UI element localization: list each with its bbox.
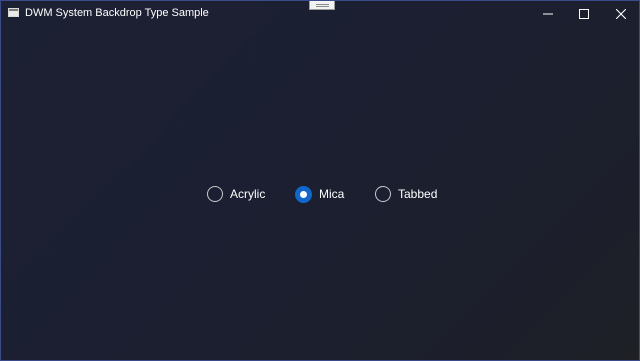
radio-tabbed[interactable]: Tabbed bbox=[375, 184, 437, 204]
radio-mica-label: Mica bbox=[319, 187, 345, 201]
maximize-button[interactable] bbox=[567, 1, 601, 27]
close-icon bbox=[616, 9, 626, 19]
radio-acrylic[interactable]: Acrylic bbox=[207, 184, 265, 204]
radio-checked-icon bbox=[295, 185, 312, 203]
window-title: DWM System Backdrop Type Sample bbox=[25, 7, 209, 19]
radio-unchecked-icon bbox=[207, 186, 223, 202]
maximize-icon bbox=[579, 9, 589, 19]
app-window-icon bbox=[8, 8, 19, 17]
drag-handle-icon[interactable] bbox=[309, 1, 335, 10]
backdrop-type-radio-group: Acrylic Mica Tabbed bbox=[1, 184, 639, 204]
radio-unchecked-icon bbox=[375, 186, 391, 202]
title-bar[interactable]: DWM System Backdrop Type Sample bbox=[1, 1, 639, 27]
radio-acrylic-label: Acrylic bbox=[230, 187, 266, 201]
app-window: DWM System Backdrop Type Sample Acrylic … bbox=[0, 0, 640, 361]
content-area: Acrylic Mica Tabbed bbox=[1, 27, 639, 360]
minimize-icon bbox=[543, 13, 553, 15]
close-button[interactable] bbox=[604, 1, 638, 27]
radio-tabbed-label: Tabbed bbox=[398, 187, 438, 201]
radio-mica[interactable]: Mica bbox=[295, 184, 344, 204]
minimize-button[interactable] bbox=[531, 1, 565, 27]
